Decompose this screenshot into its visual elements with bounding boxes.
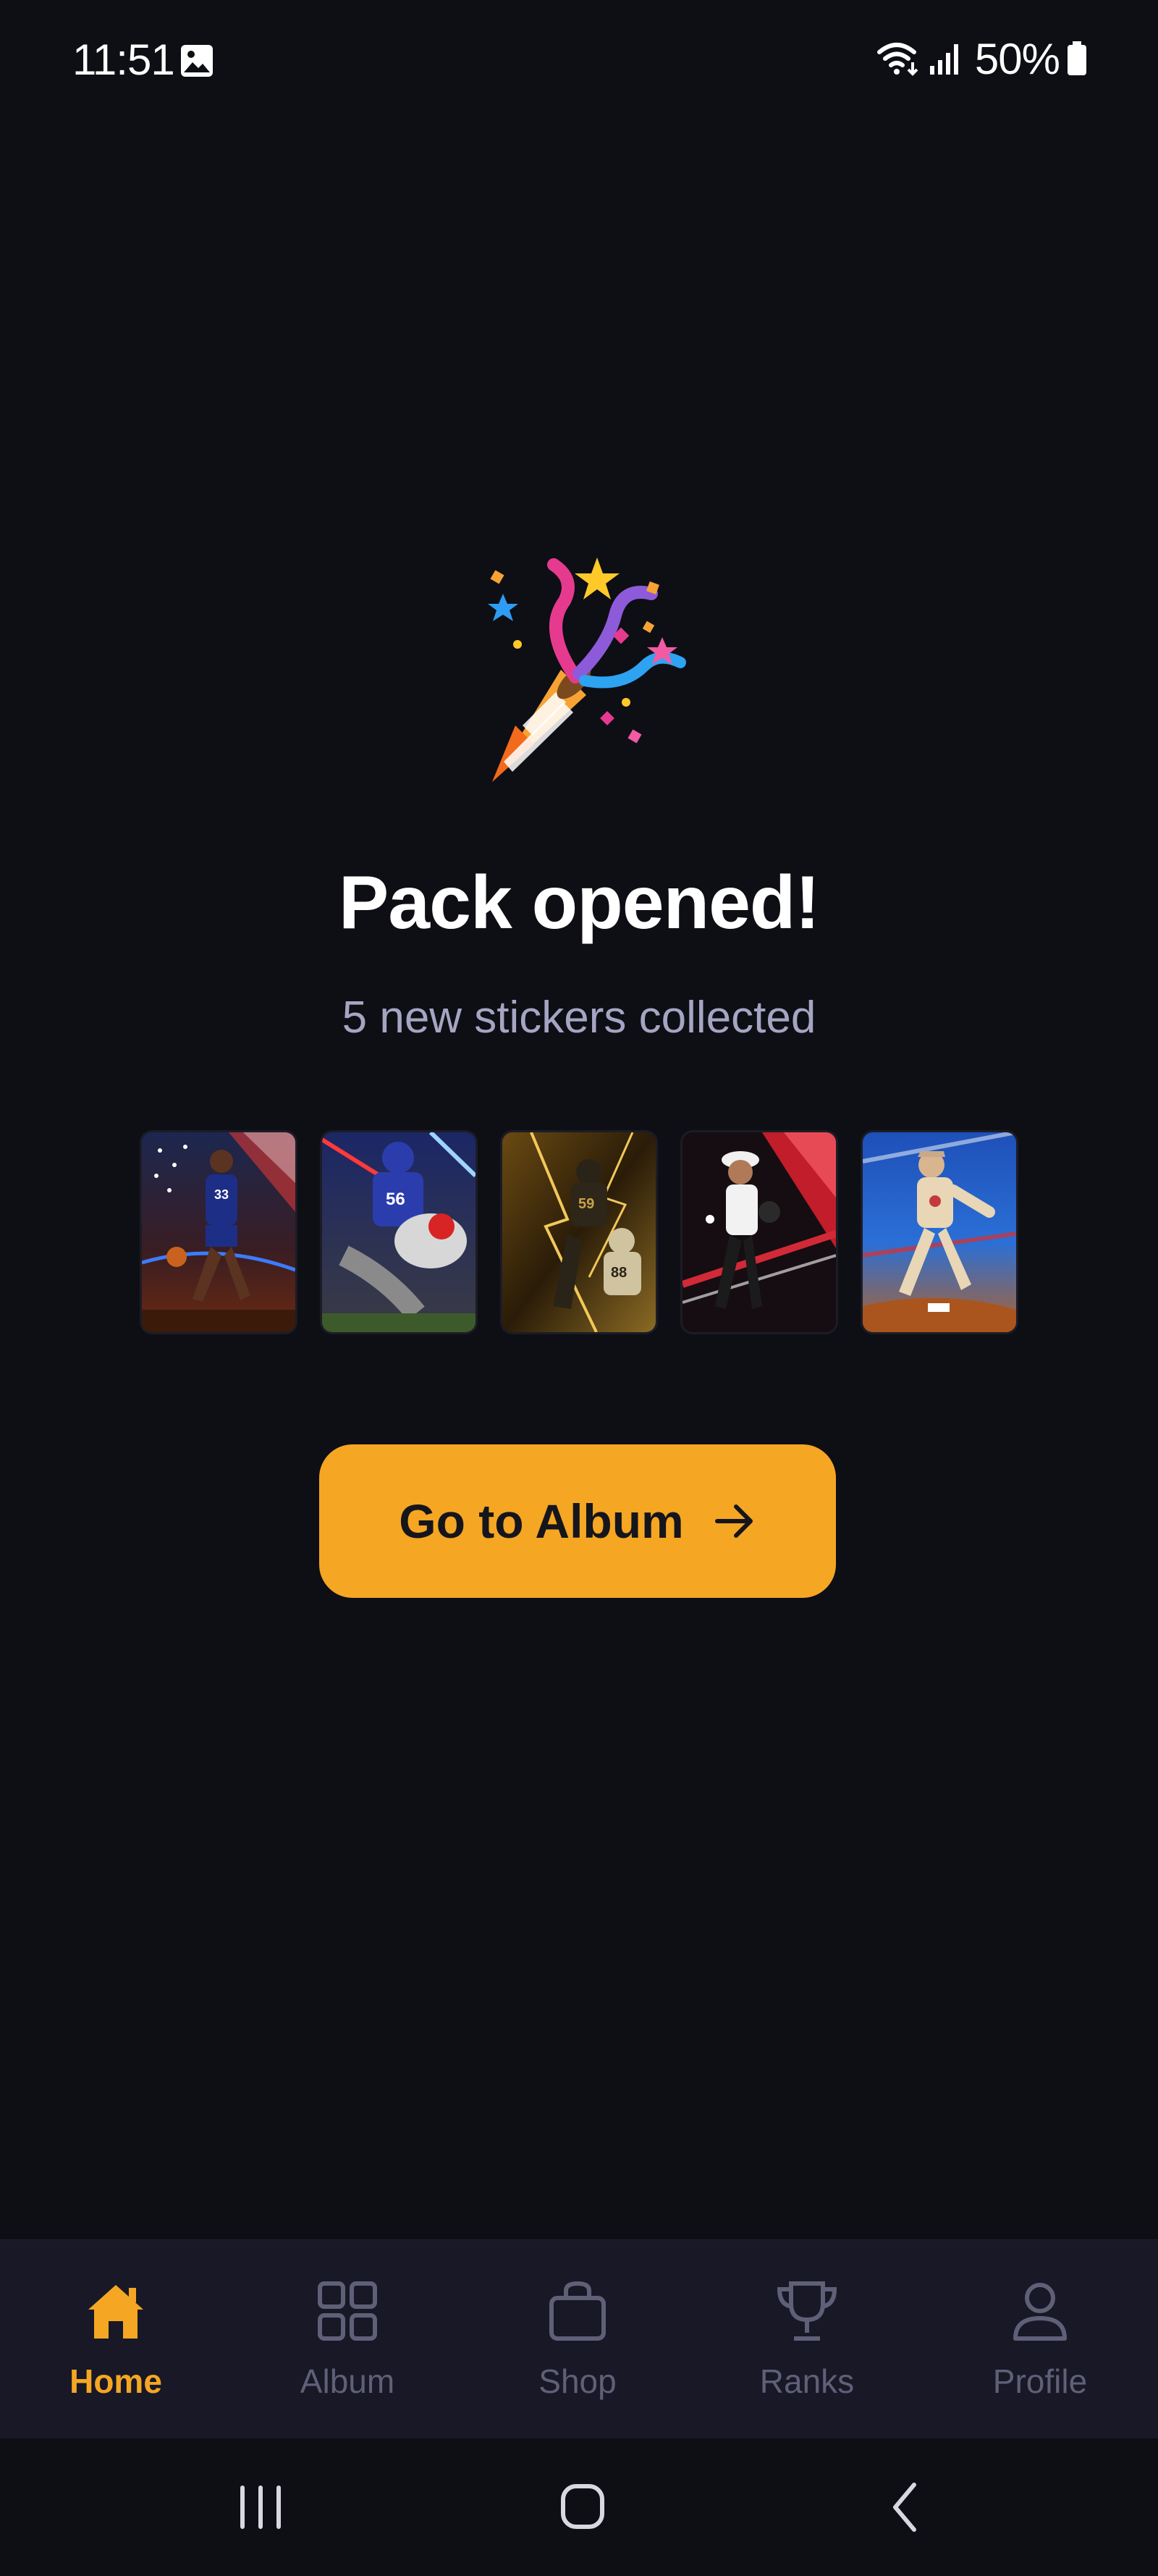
go-to-album-button[interactable]: Go to Album <box>319 1444 836 1598</box>
user-icon <box>1013 2283 1067 2341</box>
baseball-player-sticker <box>863 1132 1016 1332</box>
shopping-bag-icon <box>549 2281 606 2341</box>
nav-item-profile[interactable]: Profile <box>946 2240 1134 2439</box>
party-popper-icon <box>488 557 686 782</box>
nav-item-ranks[interactable]: Ranks <box>713 2240 901 2439</box>
sticker-card[interactable]: 33 <box>142 1132 295 1332</box>
svg-text:88: 88 <box>611 1265 627 1281</box>
page-title: Pack opened! <box>338 861 820 945</box>
nav-label-ranks: Ranks <box>759 2362 855 2400</box>
back-icon[interactable] <box>865 2467 944 2547</box>
sticker-card[interactable]: 59 88 <box>502 1132 656 1332</box>
svg-text:59: 59 <box>578 1196 594 1212</box>
page-subtitle: 5 new stickers collected <box>342 993 816 1043</box>
nav-label-album: Album <box>300 2362 395 2400</box>
nav-item-shop[interactable]: Shop <box>483 2240 672 2439</box>
image-icon <box>181 45 213 77</box>
nav-label-profile: Profile <box>992 2362 1088 2400</box>
svg-text:33: 33 <box>214 1187 229 1202</box>
sticker-card[interactable]: 56 <box>322 1132 476 1332</box>
battery-percent: 50% <box>974 34 1060 83</box>
battery-icon <box>1068 41 1086 75</box>
nav-item-home[interactable]: Home <box>22 2240 210 2439</box>
grid-icon <box>318 2281 377 2341</box>
bottom-navigation: Home Album Shop Ranks Profile <box>0 2239 1158 2439</box>
sticker-card[interactable] <box>863 1132 1016 1332</box>
nav-label-home: Home <box>69 2362 162 2400</box>
wifi-icon <box>876 43 918 76</box>
sticker-card[interactable] <box>682 1132 836 1332</box>
go-to-album-label: Go to Album <box>399 1494 684 1548</box>
system-navigation-bar <box>0 2438 1158 2576</box>
status-bar: 11:51 50% <box>0 0 1158 123</box>
home-icon <box>88 2285 143 2339</box>
nav-item-album[interactable]: Album <box>253 2240 441 2439</box>
signal-icon <box>929 44 958 75</box>
sticker-row: 33 56 59 88 <box>142 1132 1018 1335</box>
home-circle-icon[interactable] <box>543 2467 622 2547</box>
basketball-player-sticker: 33 <box>142 1132 295 1332</box>
football-player-sticker: 56 <box>322 1132 476 1332</box>
football-player-sticker: 59 88 <box>502 1132 656 1332</box>
arrow-right-icon <box>714 1504 753 1538</box>
trophy-icon <box>777 2281 837 2341</box>
status-right-group: 50% <box>876 33 1087 84</box>
pack-opened-screen: 11:51 50% Pack opened! 5 new stickers co… <box>0 0 1158 2576</box>
nav-label-shop: Shop <box>538 2362 617 2400</box>
recent-apps-icon[interactable] <box>221 2467 300 2547</box>
status-time: 11:51 <box>72 35 175 84</box>
svg-text:56: 56 <box>386 1190 405 1209</box>
softball-player-sticker <box>682 1132 836 1332</box>
